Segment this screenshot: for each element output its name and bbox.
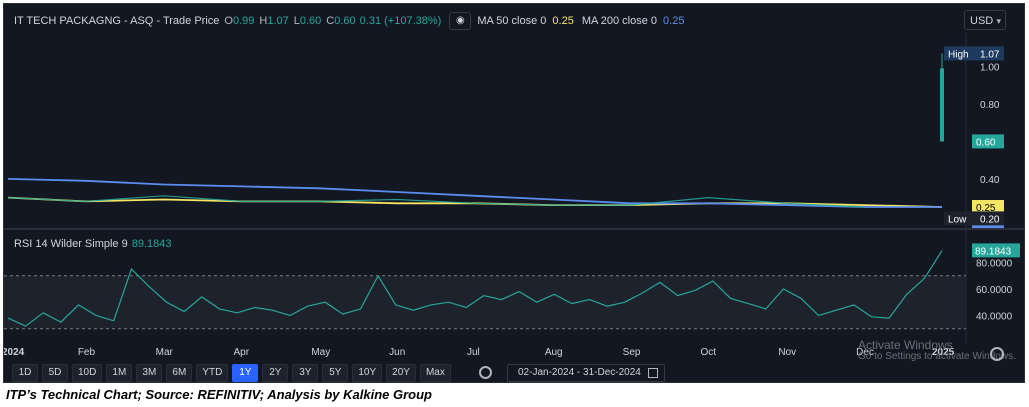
price-pane: 1.000.800.40High1.070.600.250.25Low0.20	[7, 46, 1004, 229]
x-tick-label: Nov	[778, 347, 796, 358]
range-button-6m[interactable]: 6M	[166, 364, 193, 382]
range-settings-icon[interactable]	[477, 364, 495, 382]
x-tick-label: Feb	[78, 347, 96, 358]
rsi-tick-label: 80.0000	[976, 259, 1013, 270]
range-button-ytd[interactable]: YTD	[196, 364, 229, 382]
rsi-value: 89.1843	[131, 238, 172, 250]
x-tick-label: Apr	[234, 347, 250, 358]
low-label: Low	[948, 214, 967, 225]
rsi-label: RSI 14 Wilder Simple 9	[14, 238, 128, 250]
close-price-badge: 0.60	[976, 137, 996, 148]
gear-icon	[479, 366, 492, 379]
chart-canvas: 1.000.800.40High1.070.600.250.25Low0.20 …	[4, 32, 1024, 358]
price-tick-label: 1.00	[980, 62, 1000, 73]
price-tick-label: 0.40	[980, 175, 1000, 186]
range-button-1d[interactable]: 1D	[12, 364, 38, 382]
range-button-3y[interactable]: 3Y	[292, 364, 319, 382]
range-button-max[interactable]: Max	[419, 364, 451, 382]
rsi-last-badge: 89.1843	[975, 246, 1012, 257]
range-button-20y[interactable]: 20Y	[386, 364, 416, 382]
range-button-10d[interactable]: 10D	[72, 364, 103, 382]
range-toolbar: 1D 5D 10D 1M 3M 6M YTD 1Y 2Y 3Y 5Y 10Y 20Y Max	[12, 364, 451, 382]
range-button-5d[interactable]: 5D	[42, 364, 68, 382]
high-value: 1.07	[980, 49, 1000, 60]
x-tick-label: 2024	[4, 347, 25, 358]
rsi-pane: 80.0000 60.0000 40.0000 89.1843	[4, 243, 1020, 330]
x-tick-label: Mar	[156, 347, 174, 358]
figure-caption: ITP’s Technical Chart; Source: REFINITIV…	[6, 387, 432, 402]
rsi-legend: RSI 14 Wilder Simple 9 89.1843	[14, 238, 171, 250]
price-tick-label: 0.80	[980, 100, 1000, 111]
range-button-10y[interactable]: 10Y	[352, 364, 383, 382]
low-value: 0.20	[980, 214, 1000, 225]
x-tick-label: Jul	[467, 347, 480, 358]
series-line	[7, 195, 865, 208]
high-label: High	[948, 49, 969, 60]
date-range-text: 02-Jan-2024 - 31-Dec-2024	[518, 367, 641, 378]
rsi-band	[4, 275, 966, 329]
x-tick-label: Aug	[545, 347, 563, 358]
chart-panel: IT TECH PACKAGNG - ASQ - Trade Price O 0.…	[3, 3, 1025, 383]
range-button-2y[interactable]: 2Y	[262, 364, 289, 382]
calendar-icon	[648, 368, 658, 378]
x-tick-label: Jun	[389, 347, 405, 358]
rsi-tick-label: 60.0000	[976, 285, 1013, 296]
range-button-1y[interactable]: 1Y	[232, 364, 259, 382]
date-range-input[interactable]: 02-Jan-2024 - 31-Dec-2024	[507, 364, 665, 382]
x-tick-label: Oct	[701, 347, 717, 358]
time-axis: 2024 Feb Mar Apr May Jun Jul Aug Sep Oct Nov Dec 202…	[4, 347, 955, 358]
x-tick-label: Sep	[623, 347, 641, 358]
range-button-5y[interactable]: 5Y	[322, 364, 349, 382]
range-button-1m[interactable]: 1M	[106, 364, 133, 382]
settings-gear-icon[interactable]	[990, 347, 1004, 361]
x-tick-label: May	[311, 347, 330, 358]
rsi-tick-label: 40.0000	[976, 311, 1013, 322]
range-button-3m[interactable]: 3M	[136, 364, 163, 382]
price-bar	[940, 68, 944, 142]
